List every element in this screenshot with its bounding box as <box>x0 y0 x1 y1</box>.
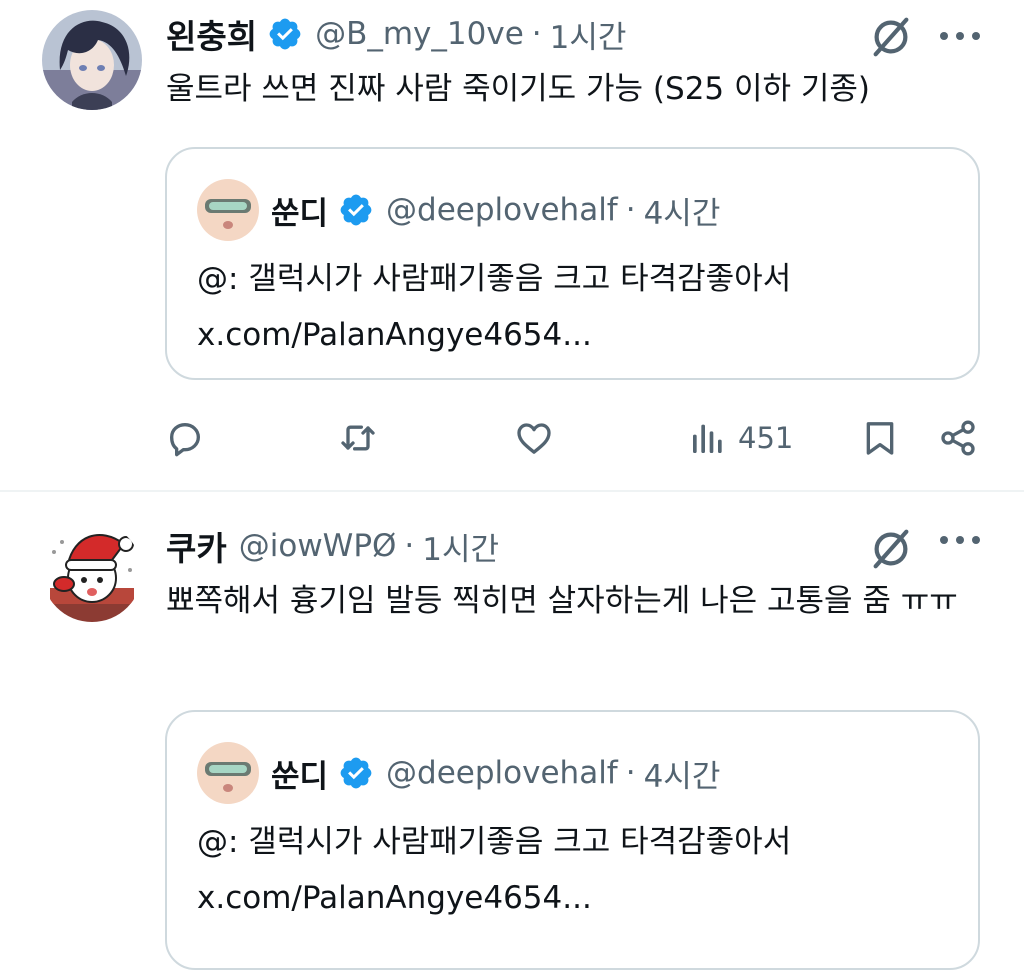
quoted-link[interactable]: x.com/PalanAngye4654... <box>197 307 954 363</box>
timestamp[interactable]: 1시간 <box>550 12 627 57</box>
views-button[interactable]: 451 <box>688 410 793 466</box>
author-name[interactable]: 왼충희 <box>166 10 257 58</box>
reply-icon <box>170 423 200 457</box>
share-icon <box>941 420 975 456</box>
verified-badge-icon <box>340 757 372 789</box>
tweet-header: 쿠카 @iowWPØ · 1시간 <box>166 524 499 568</box>
tweet-header: 왼충희 @B_my_10ve · 1시간 <box>166 12 626 56</box>
timestamp[interactable]: 1시간 <box>422 524 499 569</box>
share-button[interactable] <box>938 410 978 466</box>
separator-dot: · <box>625 192 636 228</box>
quoted-avatar[interactable] <box>197 742 259 804</box>
avatar[interactable] <box>42 522 142 622</box>
tweet-2[interactable]: 쿠카 @iowWPØ · 1시간 뾰쪽해서 흉기임 발등 찍히면 살자하는게 나… <box>0 492 1024 970</box>
quoted-link[interactable]: x.com/PalanAngye4654... <box>197 870 954 926</box>
quoted-tweet[interactable]: 쑨디 @deeplovehalf · 4시간 @: 갤럭시가 사람패기좋음 크고… <box>165 710 980 970</box>
action-bar: 451 <box>0 410 1024 466</box>
quoted-avatar[interactable] <box>197 179 259 241</box>
quoted-header: 쑨디 @deeplovehalf · 4시간 <box>271 187 720 233</box>
quoted-tweet[interactable]: 쑨디 @deeplovehalf · 4시간 @: 갤럭시가 사람패기좋음 크고… <box>165 147 980 380</box>
quoted-text-line: @: 갤럭시가 사람패기좋음 크고 타격감좋아서 <box>197 824 792 860</box>
views-bar-icon <box>693 424 722 453</box>
more-dots-icon[interactable] <box>940 532 980 548</box>
quoted-text-line: @: 갤럭시가 사람패기좋음 크고 타격감좋아서 <box>197 261 792 297</box>
more-dots-icon[interactable] <box>940 28 980 44</box>
author-handle[interactable]: @B_my_10ve <box>315 16 524 52</box>
like-button[interactable] <box>514 410 554 466</box>
verified-badge-icon <box>340 194 372 226</box>
avatar[interactable] <box>42 10 142 110</box>
author-handle[interactable]: @iowWPØ <box>239 528 397 564</box>
quoted-author-name: 쑨디 <box>271 195 329 232</box>
tweet-text: 뾰쪽해서 흉기임 발등 찍히면 살자하는게 나은 고통을 줌 ㅠㅠ <box>166 583 958 619</box>
tweet-1[interactable]: 왼충희 @B_my_10ve · 1시간 울트라 쓰면 진짜 사람 죽이기도 가… <box>0 0 1024 490</box>
bookmark-icon <box>866 422 894 455</box>
separator-dot: · <box>404 528 415 564</box>
reply-button[interactable] <box>165 410 205 466</box>
quoted-author-handle: @deeplovehalf <box>386 755 618 791</box>
heart-icon <box>517 423 551 454</box>
quoted-text: @: 갤럭시가 사람패기좋음 크고 타격감좋아서 x.com/PalanAngy… <box>197 814 954 926</box>
quoted-timestamp: 4시간 <box>643 195 721 232</box>
verified-badge-icon <box>269 18 301 50</box>
quoted-timestamp: 4시간 <box>643 758 721 795</box>
author-name[interactable]: 쿠카 <box>166 522 227 570</box>
grok-icon[interactable] <box>868 14 914 60</box>
retweet-icon <box>341 425 375 451</box>
separator-dot: · <box>625 755 636 791</box>
quoted-author-handle: @deeplovehalf <box>386 192 618 228</box>
bookmark-button[interactable] <box>860 410 900 466</box>
tweet-text: 울트라 쓰면 진짜 사람 죽이기도 가능 (S25 이하 기종) <box>166 71 871 107</box>
separator-dot: · <box>531 16 542 52</box>
quoted-author-name: 쑨디 <box>271 758 329 795</box>
views-count: 451 <box>738 421 794 455</box>
grok-icon[interactable] <box>868 526 914 572</box>
retweet-button[interactable] <box>338 410 378 466</box>
quoted-text: @: 갤럭시가 사람패기좋음 크고 타격감좋아서 x.com/PalanAngy… <box>197 251 954 363</box>
quoted-header: 쑨디 @deeplovehalf · 4시간 <box>271 750 720 796</box>
